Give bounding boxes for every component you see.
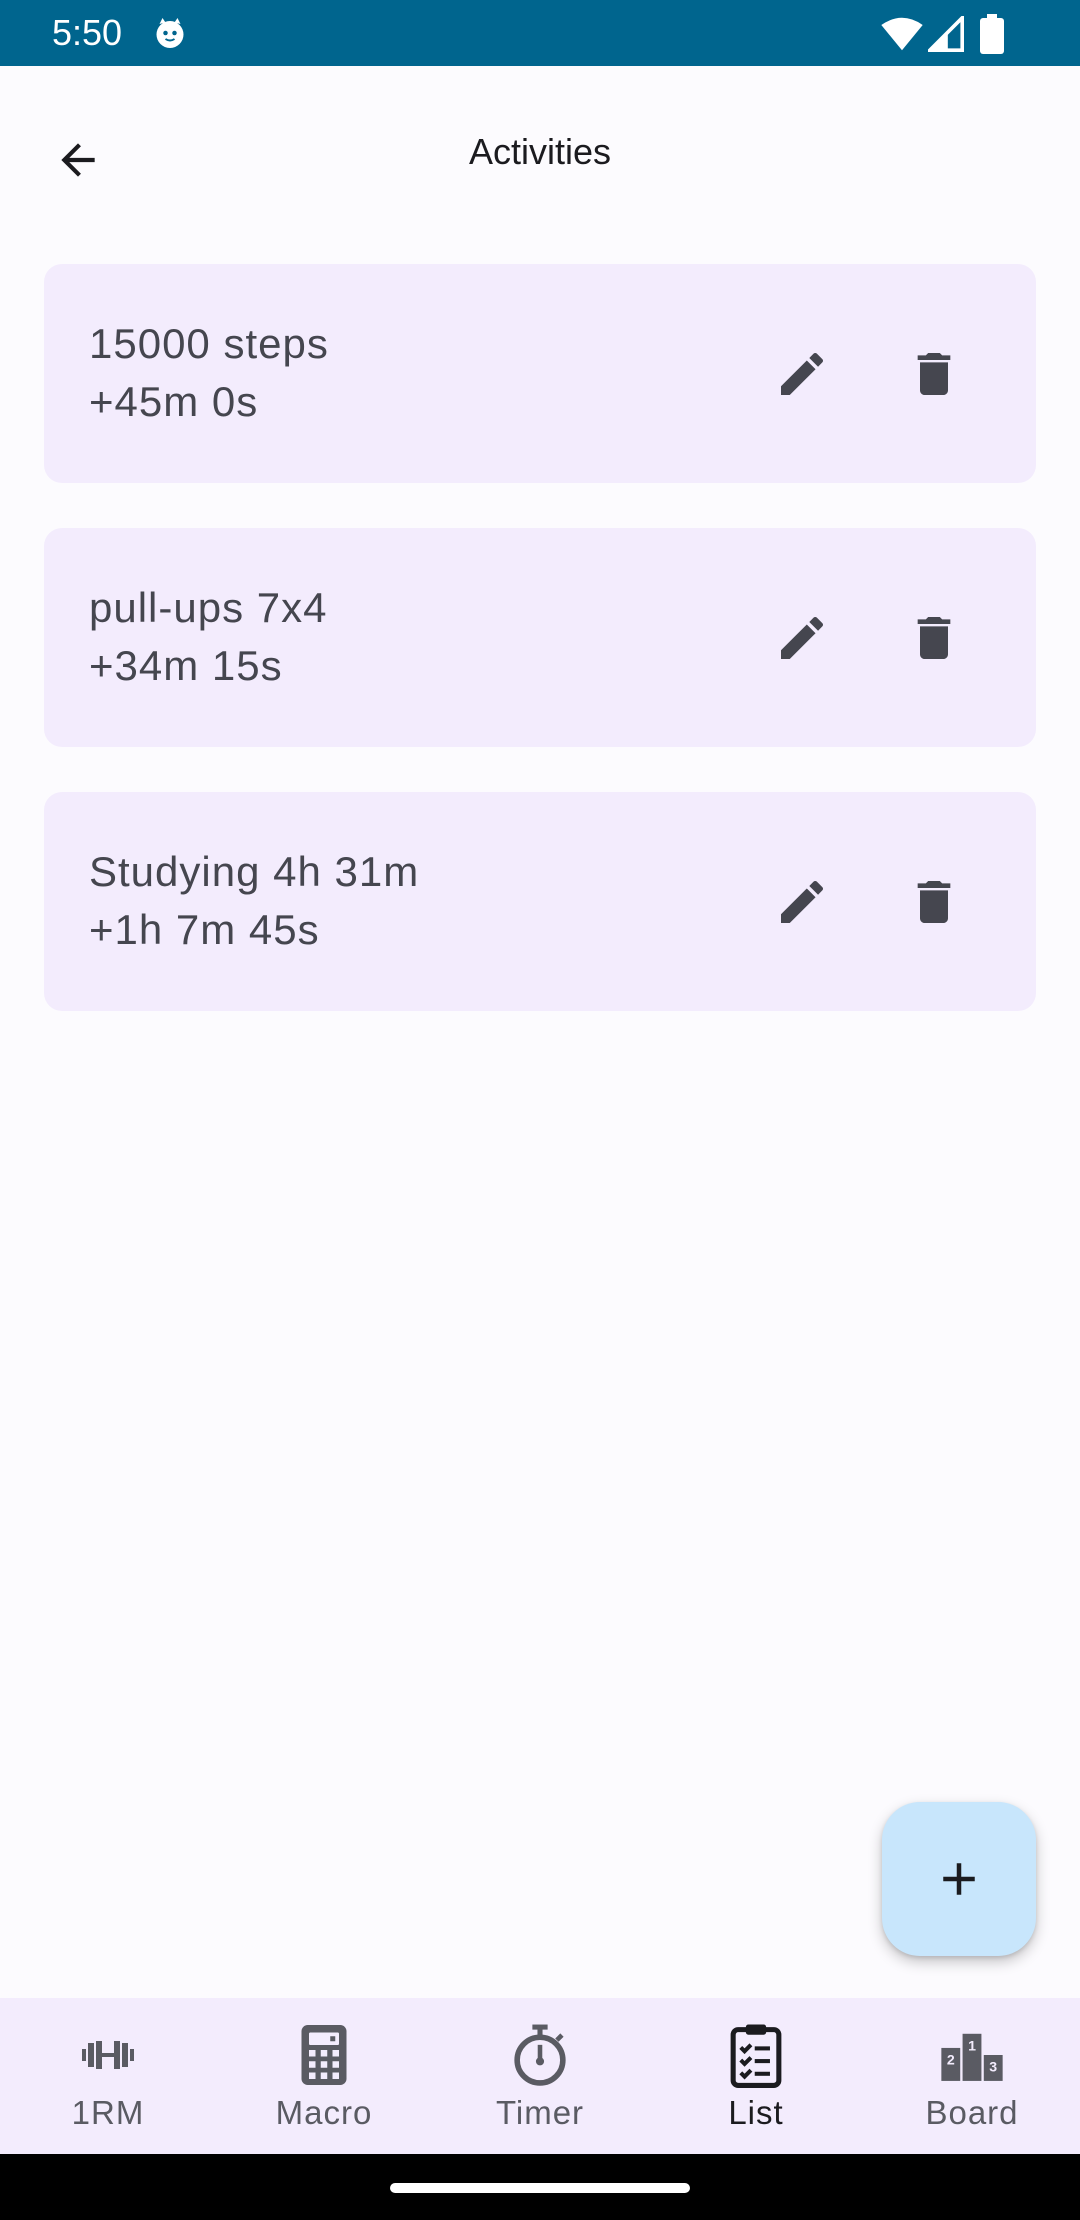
activity-card[interactable]: 15000 steps +45m 0s — [44, 264, 1036, 483]
svg-text:2: 2 — [947, 2051, 955, 2067]
delete-button[interactable] — [894, 334, 974, 414]
activity-title: 15000 steps — [89, 320, 329, 367]
dumbbell-icon — [82, 2041, 134, 2069]
svg-text:3: 3 — [989, 2059, 997, 2075]
status-bar: 5:50 — [0, 0, 1080, 66]
podium-icon: 2 1 3 — [941, 2033, 1003, 2081]
battery-icon — [980, 14, 1004, 54]
cell-signal-icon — [928, 16, 964, 52]
pencil-icon — [781, 616, 824, 659]
calculator-icon — [301, 2025, 347, 2085]
pencil-icon — [781, 352, 824, 395]
pencil-icon — [781, 880, 824, 923]
plus-icon — [943, 1863, 975, 1895]
svg-text:1: 1 — [968, 2037, 976, 2053]
trash-icon — [917, 617, 951, 659]
activity-duration: +1h 7m 45s — [89, 906, 320, 953]
add-activity-button[interactable] — [882, 1802, 1036, 1956]
edit-button[interactable] — [762, 598, 842, 678]
activity-title: Studying 4h 31m — [89, 848, 420, 895]
wifi-icon — [881, 17, 923, 51]
edit-button[interactable] — [762, 334, 842, 414]
bottom-navigation: 1RM Macro Timer List 2 1 3 Board — [0, 1998, 1080, 2154]
delete-button[interactable] — [894, 598, 974, 678]
trash-icon — [917, 353, 951, 395]
edit-button[interactable] — [762, 862, 842, 942]
page-title: Activities — [468, 131, 612, 172]
status-time: 5:50 — [52, 12, 123, 53]
checklist-icon — [730, 2024, 782, 2088]
nav-label: Board — [925, 2094, 1019, 2131]
nav-label: Macro — [275, 2094, 373, 2131]
top-app-bar: Activities — [0, 66, 1080, 242]
nav-item-macro[interactable]: Macro — [216, 1998, 432, 2154]
app-notification-icon — [156, 18, 184, 48]
nav-item-timer[interactable]: Timer — [432, 1998, 648, 2154]
activity-card[interactable]: Studying 4h 31m +1h 7m 45s — [44, 792, 1036, 1011]
activity-list: 15000 steps +45m 0s pull-ups 7x4 +34m 15… — [44, 264, 1036, 1056]
nav-label: Timer — [495, 2094, 585, 2131]
home-gesture-handle[interactable] — [390, 2183, 690, 2193]
nav-item-1rm[interactable]: 1RM — [0, 1998, 216, 2154]
nav-item-board[interactable]: 2 1 3 Board — [864, 1998, 1080, 2154]
activity-duration: +34m 15s — [89, 642, 283, 689]
system-gesture-bar — [0, 2154, 1080, 2220]
trash-icon — [917, 881, 951, 923]
activity-title: pull-ups 7x4 — [89, 584, 328, 631]
delete-button[interactable] — [894, 862, 974, 942]
nav-item-list[interactable]: List — [648, 1998, 864, 2154]
activity-card[interactable]: pull-ups 7x4 +34m 15s — [44, 528, 1036, 747]
nav-label: List — [728, 2094, 784, 2131]
nav-label: 1RM — [71, 2094, 145, 2131]
activity-duration: +45m 0s — [89, 378, 259, 425]
stopwatch-icon — [514, 2024, 566, 2086]
